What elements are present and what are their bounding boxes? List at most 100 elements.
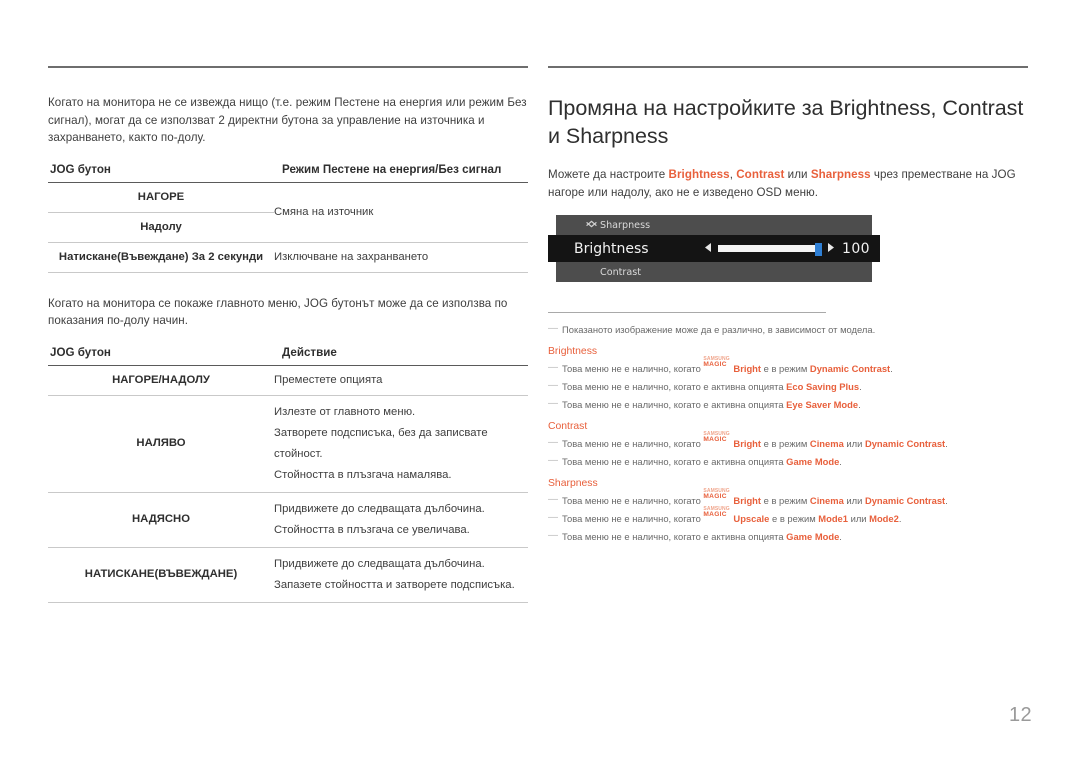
table2-r1-action-0: Излезте от главното меню.: [274, 405, 416, 418]
intro-highlight-sharpness: Sharpness: [810, 168, 871, 181]
table1-bottom-rule-left: [48, 272, 274, 273]
note-bold1: Bright: [733, 495, 762, 507]
note-bold2: Cinema: [809, 438, 844, 450]
intro-highlight-brightness: Brightness: [668, 168, 730, 181]
table1-header-mode: Режим Пестене на енергия/Без сигнал: [282, 162, 502, 176]
note-bold1: Bright: [733, 438, 762, 450]
table1-bottom-rule-right: [274, 272, 528, 273]
note-item: ― Това меню не е налично, когато е активн…: [548, 378, 1028, 396]
note-bold2: Cinema: [809, 495, 844, 507]
note-item: ― Това меню не е налично, когато е активн…: [548, 453, 1028, 471]
table2-bottom-rule-left: [48, 602, 274, 603]
osd-item-sharpness[interactable]: Sharpness: [556, 215, 872, 235]
note-bold2: Mode1: [818, 513, 848, 525]
intro-sep2: или: [784, 168, 811, 181]
note-section-heading-brightness: Brightness: [548, 346, 598, 358]
note-post: .: [839, 531, 842, 543]
page-number: 12: [1008, 704, 1032, 726]
note-mid: е в режим: [761, 495, 810, 507]
note-post: .: [898, 513, 902, 525]
samsung-magic-line2: MAGIC: [703, 493, 727, 501]
note-bold3: Dynamic Contrast: [864, 495, 946, 507]
note-post: .: [858, 399, 861, 411]
note-dash-icon: ―: [548, 494, 558, 506]
table1-r0-action: Смяна на източник: [274, 205, 374, 218]
note-item: ― Това меню не е налично, когато е активн…: [548, 396, 1028, 414]
note-dash-icon: ―: [548, 380, 558, 392]
note-pre: Това меню не е налично, когато: [562, 513, 704, 525]
right-column-top-rule: [548, 66, 1028, 68]
note-bold2: Dynamic Contrast: [809, 363, 891, 375]
jog-button-menu-table: JOG бутон Действие НАГОРЕ/НАДОЛУ Премест…: [48, 344, 528, 603]
note-item: ― Това меню не е налично, когато SAMSUNG M…: [548, 507, 1028, 528]
note-dash-icon: ―: [548, 362, 558, 374]
note-post: .: [890, 363, 893, 375]
note-item: ― Това меню не е налично, когато SAMSUNG M…: [548, 357, 1028, 378]
table2-r0-action-0: Преместете опцията: [274, 373, 383, 386]
table2-header-jog-button: JOG бутон: [50, 345, 111, 359]
table-row: НАГОРЕ/НАДОЛУ Преместете опцията: [48, 365, 528, 395]
samsung-magic-line2: MAGIC: [703, 511, 727, 519]
note-pre: Това меню не е налично, когато е активна…: [562, 399, 787, 411]
samsung-magic-line2: MAGIC: [703, 436, 727, 444]
note-dash-icon: ―: [548, 437, 558, 449]
table1-r2-button: Натискане(Въвеждане) За 2 секунди: [48, 241, 274, 273]
note-pre: Това меню не е налично, когато: [562, 438, 704, 450]
note-dash-icon: ―: [548, 455, 558, 467]
note-mid: е в режим: [769, 513, 819, 525]
note-item: ― Това меню не е налично, когато SAMSUNG M…: [548, 432, 1028, 453]
samsung-magic-logo-icon: SAMSUNG MAGIC: [703, 432, 733, 446]
note-mid2: или: [843, 495, 865, 507]
brightness-slider-track[interactable]: [717, 243, 823, 257]
note-bold3: Mode2: [869, 513, 899, 525]
note-bold2: Game Mode: [786, 456, 840, 468]
note-general: ― Показаното изображение може да е различ…: [548, 321, 1028, 339]
table1-r0-button: НАГОРЕ: [137, 190, 185, 203]
table2-r2-action-0: Придвижете до следващата дълбочина.: [274, 502, 485, 515]
notes-divider: [548, 312, 826, 314]
table2-bottom-rule-row: [48, 602, 528, 603]
slider-decrease-arrow-icon[interactable]: [704, 243, 712, 254]
osd-item-brightness-active[interactable]: Brightness 100: [548, 235, 880, 263]
table2-r2-actions: Придвижете до следващата дълбочина. Стой…: [274, 491, 528, 548]
note-dash-icon: ―: [548, 398, 558, 410]
slider-increase-arrow-icon[interactable]: [827, 243, 835, 254]
left-column-top-rule: [48, 66, 528, 68]
osd-menu-widget[interactable]: Sharpness Brightness 100 Contrast: [548, 215, 880, 283]
note-bold2: Game Mode: [786, 531, 840, 543]
table-header-row: JOG бутон Действие: [48, 344, 528, 366]
osd-item-contrast[interactable]: Contrast: [556, 222, 872, 282]
right-column: Промяна на настройките за Brightness, Co…: [548, 66, 1028, 546]
right-intro-paragraph: Можете да настроите Brightness, Contrast…: [548, 166, 1028, 201]
table2-r1-actions: Излезте от главното меню. Затворете подс…: [274, 394, 528, 493]
table1-bottom-rule-row: [48, 272, 528, 273]
table-row: НАТИСКАНЕ(ВЪВЕЖДАНЕ) Придвижете до следв…: [48, 546, 528, 603]
table2-r3-actions: Придвижете до следващата дълбочина. Запа…: [274, 546, 528, 603]
jog-button-power-table: JOG бутон Режим Пестене на енергия/Без с…: [48, 161, 528, 273]
table2-r1-action-2: Стойността в плъзгача намалява.: [274, 468, 452, 481]
table2-r0-button: НАГОРЕ/НАДОЛУ: [112, 373, 210, 386]
table-row: НАЛЯВО Излезте от главното меню. Затворе…: [48, 394, 528, 493]
note-pre: Това меню не е налично, когато е активна…: [562, 456, 787, 468]
note-post: .: [945, 495, 948, 507]
intro-highlight-contrast: Contrast: [736, 168, 785, 181]
note-post: .: [859, 381, 862, 393]
note-pre: Това меню не е налично, когато е активна…: [562, 531, 787, 543]
samsung-magic-line2: MAGIC: [703, 361, 727, 369]
note-pre: Това меню не е налично, когато: [562, 363, 704, 375]
note-pre: Това меню не е налично, когато е активна…: [562, 381, 787, 393]
note-bold2: Eco Saving Plus: [786, 381, 860, 393]
note-mid: е в режим: [761, 363, 810, 375]
note-bold3: Dynamic Contrast: [864, 438, 946, 450]
samsung-magic-logo-icon: SAMSUNG MAGIC: [703, 489, 733, 503]
intro-part1: Можете да настроите: [548, 168, 669, 181]
brightness-slider-thumb[interactable]: [815, 243, 823, 257]
table-row: НАДЯСНО Придвижете до следващата дълбочи…: [48, 491, 528, 548]
samsung-magic-logo-icon: SAMSUNG MAGIC: [703, 507, 733, 521]
document-page: Когато на монитора не се извежда нищо (т…: [0, 0, 1080, 763]
brightness-value: 100: [842, 240, 870, 257]
note-section-heading-contrast: Contrast: [548, 421, 588, 433]
note-mid: е в режим: [761, 438, 810, 450]
second-paragraph: Когато на монитора се покаже главното ме…: [48, 296, 508, 328]
table2-r3-action-0: Придвижете до следващата дълбочина.: [274, 557, 485, 570]
